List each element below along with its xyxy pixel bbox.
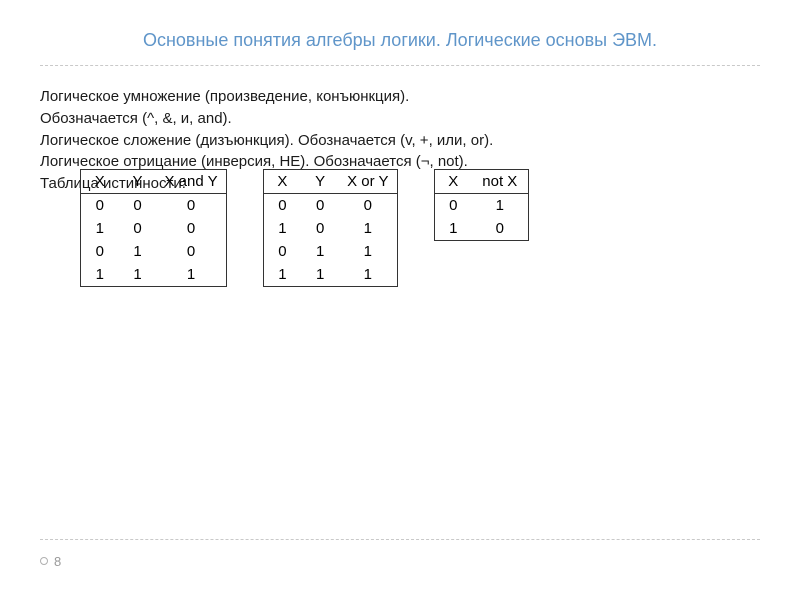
table-cell: 1	[472, 193, 528, 217]
table-cell: 0	[339, 193, 397, 217]
table-cell: 1	[339, 240, 397, 263]
table-header: X	[81, 169, 119, 193]
table-cell: 0	[157, 217, 227, 240]
table-row: 0 1 0	[81, 240, 227, 263]
table-cell: 0	[263, 193, 301, 217]
table-cell: 0	[263, 240, 301, 263]
table-row: 1 0 0	[81, 217, 227, 240]
table-cell: 0	[472, 217, 528, 241]
table-header: Y	[301, 169, 339, 193]
table-cell: 1	[339, 217, 397, 240]
table-header: X and Y	[157, 169, 227, 193]
table-header: not X	[472, 169, 528, 193]
table-header: X or Y	[339, 169, 397, 193]
table-cell: 1	[263, 217, 301, 240]
table-cell: 1	[263, 263, 301, 287]
table-cell: 0	[434, 193, 472, 217]
table-cell: 0	[157, 193, 227, 217]
pin-icon	[40, 557, 48, 565]
table-cell: 0	[119, 193, 157, 217]
table-row: 0 1	[434, 193, 528, 217]
slide-footer: 8	[40, 531, 760, 571]
slide-title: Основные понятия алгебры логики. Логичес…	[40, 30, 760, 51]
text-line: Обозначается (^, &, и, and).	[40, 108, 760, 130]
table-cell: 1	[81, 263, 119, 287]
table-header: X	[263, 169, 301, 193]
table-cell: 0	[157, 240, 227, 263]
footer-divider	[40, 539, 760, 540]
table-row: 0 1 1	[263, 240, 397, 263]
truth-table-or: X Y X or Y 0 0 0 1 0 1 0 1 1 1 1	[263, 169, 398, 287]
tables-row: X Y X and Y 0 0 0 1 0 0 0 1 0 1 1	[40, 169, 760, 287]
table-row: 0 0 0	[263, 193, 397, 217]
table-cell: 1	[339, 263, 397, 287]
truth-table-and: X Y X and Y 0 0 0 1 0 0 0 1 0 1 1	[80, 169, 227, 287]
table-cell: 1	[81, 217, 119, 240]
slide: Основные понятия алгебры логики. Логичес…	[0, 0, 800, 327]
table-cell: 1	[119, 263, 157, 287]
text-line: Логическое сложение (дизъюнкция). Обозна…	[40, 130, 760, 152]
table-cell: 1	[301, 263, 339, 287]
table-cell: 1	[119, 240, 157, 263]
truth-table-not: X not X 0 1 1 0	[434, 169, 529, 241]
table-row: 0 0 0	[81, 193, 227, 217]
table-cell: 1	[301, 240, 339, 263]
table-cell: 0	[81, 240, 119, 263]
table-row: 1 1 1	[263, 263, 397, 287]
table-row: 1 0 1	[263, 217, 397, 240]
table-cell: 1	[434, 217, 472, 241]
table-cell: 1	[157, 263, 227, 287]
table-row: 1 0	[434, 217, 528, 241]
table-cell: 0	[119, 217, 157, 240]
table-row: 1 1 1	[81, 263, 227, 287]
page-number: 8	[54, 554, 61, 569]
text-line: Логическое умножение (произведение, конъ…	[40, 86, 760, 108]
title-divider	[40, 65, 760, 66]
table-cell: 0	[301, 217, 339, 240]
table-header: Y	[119, 169, 157, 193]
table-cell: 0	[81, 193, 119, 217]
table-cell: 0	[301, 193, 339, 217]
page-number-badge: 8	[40, 554, 61, 569]
table-header: X	[434, 169, 472, 193]
